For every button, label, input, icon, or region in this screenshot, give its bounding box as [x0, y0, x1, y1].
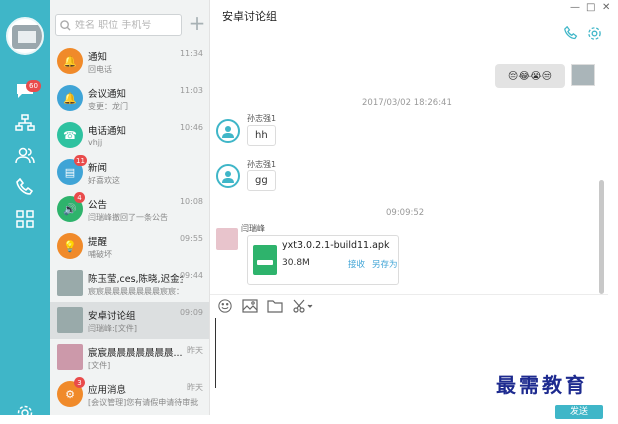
save-as-link[interactable]: 另存为 — [372, 258, 398, 270]
chat-title: 安卓讨论组 — [222, 10, 277, 23]
bell-icon: 🔔 — [57, 48, 83, 74]
sender-name: 孙志强1 — [247, 160, 277, 169]
unread-badge: 11 — [74, 155, 87, 166]
bell-outline-icon: 🔔 — [57, 85, 83, 111]
conversation-time: 昨天 — [187, 383, 203, 392]
input-toolbar — [210, 294, 608, 316]
conversation-item[interactable]: 陈玉莹,ces,陈晓,迟金全,... 宸宸晨晨晨晨晨晨晨宸宸： 09:44 — [50, 265, 209, 302]
conversation-item[interactable]: 💡 提醒哺破坏 09:55 — [50, 228, 209, 265]
conversation-time: 11:03 — [179, 86, 203, 95]
conversation-item[interactable]: 🔊 4 公告 闫瑞峰撤回了一条公告 10:08 — [50, 191, 209, 228]
add-button[interactable]: + — [188, 13, 206, 33]
conversation-item[interactable]: ⚙ 3 应用消息 [会议管理]您有请假申请待审批 昨天 — [50, 376, 209, 413]
conversation-title: 宸宸晨晨晨晨晨晨晨... — [88, 348, 183, 359]
screenshot-scissors-icon[interactable] — [293, 299, 313, 316]
unread-badge: 4 — [74, 192, 85, 203]
conversation-preview: vhjj — [88, 138, 103, 147]
conversation-title: 会议通知 — [88, 89, 127, 100]
conversation-item[interactable]: 🔔 通知回电话 11:34 — [50, 43, 209, 80]
conversation-preview: 宸宸晨晨晨晨晨晨晨宸宸： — [88, 287, 184, 296]
message-bubble: gg — [247, 170, 276, 191]
photo-icon — [57, 344, 83, 370]
nav-rail: 60 — [0, 0, 50, 421]
conversation-preview: 闫瑞峰撤回了一条公告 — [88, 213, 168, 222]
receive-link[interactable]: 接收 — [348, 258, 365, 270]
close-button[interactable]: ✕ — [602, 2, 610, 13]
my-message-bubble: 😔😂😭😒 — [495, 64, 565, 88]
conversation-title: 新闻 — [88, 163, 108, 174]
phone-icon[interactable] — [14, 176, 36, 198]
file-size: 30.8M — [282, 258, 310, 268]
conversation-preview: 好喜欢这 — [88, 176, 120, 185]
apps-grid-icon[interactable] — [14, 208, 36, 230]
user-avatar[interactable] — [6, 17, 44, 55]
search-box[interactable] — [55, 14, 182, 36]
message-bubble: hh — [247, 125, 276, 146]
conversation-time: 09:44 — [179, 271, 203, 280]
file-card: yxt3.0.2.1-build11.apk 30.8M 接收 另存为 — [247, 235, 399, 285]
conversation-item[interactable]: 安卓讨论组闫瑞峰:[文件] 09:09 — [50, 302, 209, 339]
conversation-title: 提醒 — [88, 237, 108, 248]
conversation-time: 09:09 — [179, 308, 203, 317]
unread-badge: 3 — [74, 377, 85, 388]
conversation-title: 陈玉莹,ces,陈晓,迟金全,... — [88, 274, 183, 285]
folder-icon[interactable] — [267, 299, 283, 316]
group-photo-icon — [57, 307, 83, 333]
conversation-preview: 闫瑞峰:[文件] — [88, 324, 137, 333]
group-photo-icon — [57, 270, 83, 296]
search-input[interactable] — [75, 19, 175, 31]
contacts-icon[interactable] — [14, 144, 36, 166]
minimize-button[interactable]: — — [570, 2, 580, 13]
timestamp: 09:09:52 — [386, 208, 425, 218]
conversation-title: 安卓讨论组 — [88, 311, 136, 322]
user-avatar-icon[interactable] — [216, 164, 240, 188]
conversation-preview: 哺破坏 — [88, 250, 112, 259]
user-avatar-icon[interactable] — [216, 119, 240, 143]
conversation-title: 电话通知 — [88, 126, 127, 137]
conversation-list: + 🔔 通知回电话 11:34 🔔 会议通知变更：龙门 11:03 ☎ 电话通知vhjj 10:… — [50, 0, 210, 415]
conversation-time: 10:46 — [179, 123, 203, 132]
conversation-title: 应用消息 — [88, 385, 127, 396]
watermark: 最需教育 — [496, 373, 588, 397]
emoji-icon[interactable] — [218, 299, 232, 316]
send-button[interactable]: 发送 — [555, 405, 603, 419]
group-settings-icon[interactable] — [587, 26, 602, 44]
message-badge: 60 — [26, 80, 41, 92]
conversation-preview: [会议管理]您有请假申请待审批 — [88, 398, 199, 407]
conversation-title: 通知 — [88, 52, 108, 63]
timestamp: 2017/03/02 18:26:41 — [362, 98, 452, 108]
conversation-item[interactable]: ▤ 11 新闻 好喜欢这 — [50, 154, 209, 191]
conversation-time: 10:08 — [179, 197, 203, 206]
conversation-time: 11:34 — [179, 49, 203, 58]
scrollbar[interactable] — [599, 180, 604, 294]
conversation-title: 公告 — [88, 200, 108, 211]
conversation-item[interactable]: ☎ 电话通知 vhjj 10:46 — [50, 117, 209, 154]
my-avatar — [571, 64, 595, 86]
file-name: yxt3.0.2.1-build11.apk — [282, 240, 390, 251]
image-icon[interactable] — [242, 299, 258, 316]
maximize-button[interactable]: □ — [586, 2, 595, 13]
chat-panel: 安卓讨论组 — □ ✕ 😔😂😭😒 2017/03/02 18:26:41 孙志强… — [210, 0, 618, 419]
file-apk-icon — [253, 245, 277, 275]
sender-name: 闫瑞峰 — [241, 224, 265, 233]
search-icon — [60, 19, 71, 31]
conversation-time: 09:55 — [179, 234, 203, 243]
phone-screen-icon: ☎ — [57, 122, 83, 148]
conversation-item[interactable]: 宸宸晨晨晨晨晨晨晨... [文件] 昨天 — [50, 339, 209, 376]
org-chart-icon[interactable] — [14, 112, 36, 134]
conversation-preview: 变更：龙门 — [88, 102, 128, 111]
conversation-time: 昨天 — [187, 346, 203, 355]
sender-avatar[interactable] — [216, 228, 238, 250]
lightbulb-icon: 💡 — [57, 233, 83, 259]
conversation-preview: [文件] — [88, 361, 111, 370]
conversation-preview: 回电话 — [88, 65, 112, 74]
conversation-item[interactable]: 🔔 会议通知变更：龙门 11:03 — [50, 80, 209, 117]
call-icon[interactable] — [564, 25, 578, 43]
settings-icon[interactable] — [14, 402, 36, 424]
sender-name: 孙志强1 — [247, 114, 277, 123]
